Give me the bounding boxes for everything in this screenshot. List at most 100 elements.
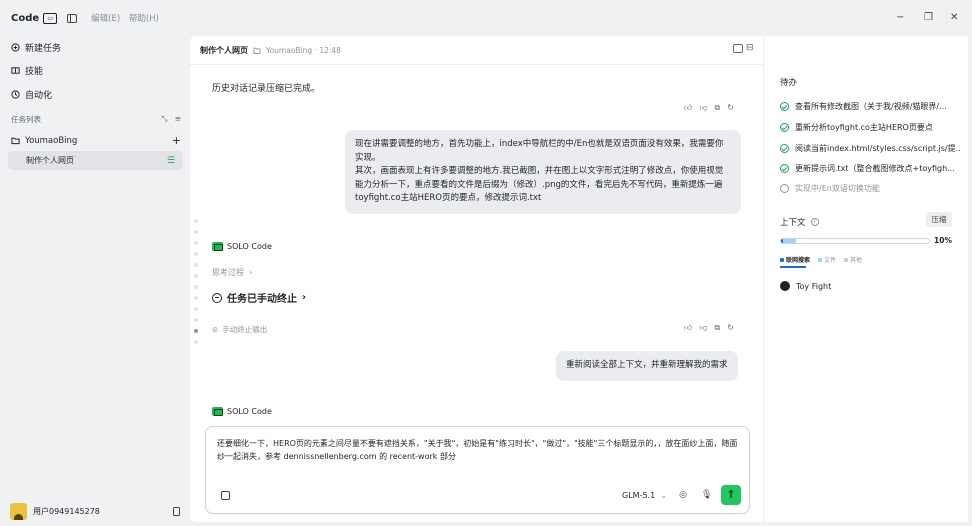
attach-icon[interactable]: [221, 491, 230, 500]
chevron-right-icon: ›: [302, 292, 307, 303]
code-badge-icon[interactable]: ▭: [43, 12, 58, 24]
device-icon[interactable]: [173, 507, 180, 516]
dislike-icon[interactable]: 👎︎: [699, 323, 707, 333]
task-list-label: 任务列表: [11, 115, 41, 124]
context-entry-label: Toy Fight: [796, 281, 832, 291]
todo-title: 待办: [780, 78, 798, 88]
todo-item: 重新分析toyfight.co主站HERO页要点: [780, 122, 960, 133]
chat-header: 制作个人网页 YoumaoBing · 12:48: [200, 45, 341, 56]
sidebar-item-automation[interactable]: 自动化: [11, 88, 52, 101]
todo-text: 查看所有修改截图（关于我/视频/猫眼界/...: [795, 102, 947, 111]
check-circle-icon: [780, 102, 789, 111]
context-header: 上下文 i: [780, 216, 819, 228]
sidebar: 新建任务 技能 自动化 任务列表 ⤡ ≡ YoumaoBing + 制作个人网页…: [0, 36, 190, 526]
model-selector[interactable]: GLM-5.1 ⌄: [622, 491, 667, 500]
user-name: 用户0949145278: [33, 507, 100, 516]
legend-swatch: [780, 257, 784, 262]
title-bar: Code ▭ 编辑(E) 帮助(H) − ❐ ✕: [0, 0, 972, 36]
solo-code-icon: [212, 242, 223, 251]
chevron-right-icon: ›: [246, 268, 253, 277]
like-icon[interactable]: 👍︎: [684, 103, 692, 113]
toy-fight-logo-icon: [780, 281, 790, 291]
app-name: Code: [11, 12, 40, 24]
todo-text: 重新分析toyfight.co主站HERO页要点: [795, 123, 933, 132]
copy-icon[interactable]: ⧉: [715, 103, 721, 113]
todo-text: 实现中/En双语切换功能: [795, 184, 880, 193]
legend-item-other[interactable]: 其他: [844, 255, 862, 264]
menu-help[interactable]: 帮助(H): [129, 14, 159, 24]
agent-name: SOLO Code: [227, 407, 272, 416]
folder-icon: [11, 137, 20, 145]
terminal-icon[interactable]: [733, 44, 743, 53]
project-row[interactable]: YoumaoBing +: [11, 134, 181, 147]
stop-small-icon: ⊘: [212, 325, 219, 334]
context-title: 上下文: [780, 218, 806, 228]
legend-label: 文件: [824, 257, 837, 264]
legend-swatch: [818, 257, 823, 262]
legend-label: 联网搜索: [786, 257, 811, 264]
message-composer[interactable]: 还要细化一下，HERO页的元素之间尽量不要有遮挡关系，"关于我"，初始是有"练习…: [205, 426, 750, 514]
context-entry[interactable]: Toy Fight: [780, 281, 831, 291]
legend-swatch: [844, 257, 849, 262]
mention-icon[interactable]: ◎: [678, 490, 688, 500]
copy-icon[interactable]: ⧉: [715, 323, 721, 333]
close-button[interactable]: ✕: [950, 12, 958, 23]
avatar[interactable]: [10, 503, 27, 520]
microphone-icon[interactable]: 🎙︎: [701, 490, 712, 500]
menu-bar: 编辑(E) 帮助(H): [91, 12, 165, 24]
right-panel: 待办 查看所有修改截图（关于我/视频/猫眼界/... 重新分析toyfight.…: [763, 36, 968, 522]
model-name: GLM-5.1: [622, 491, 656, 500]
retry-icon[interactable]: ↻: [727, 323, 734, 333]
sidebar-item-skills[interactable]: 技能: [11, 64, 43, 77]
history-note: 历史对话记录压缩已完成。: [212, 84, 321, 94]
composer-input[interactable]: 还要细化一下，HERO页的元素之间尽量不要有遮挡关系，"关于我"，初始是有"练习…: [217, 437, 745, 463]
user-message: 现在讲需要调整的地方，首先功能上，index中导航栏的中/En也就是双语页面没有…: [345, 130, 741, 214]
collapse-icon[interactable]: ⤡: [162, 114, 168, 123]
sidebar-task-active[interactable]: 制作个人网页 ☰: [8, 151, 183, 170]
message-actions: 👍︎ 👎︎ ⧉ ↻: [684, 323, 734, 333]
compress-button[interactable]: 压缩: [926, 212, 952, 227]
stopped-note-text: 手动终止输出: [222, 325, 268, 334]
maximize-button[interactable]: ❐: [924, 12, 933, 23]
chat-subtitle: YoumaoBing · 12:48: [266, 46, 341, 55]
retry-icon[interactable]: ↻: [727, 103, 734, 113]
filter-icon[interactable]: ≡: [175, 114, 181, 123]
minimize-button[interactable]: −: [896, 12, 904, 23]
todo-item: 更新提示词.txt（整合截图修改点+toyfigh...: [780, 163, 960, 174]
check-circle-icon: [780, 144, 789, 153]
context-progress-bar: [780, 238, 930, 244]
sidebar-item-new-task[interactable]: 新建任务: [11, 41, 61, 54]
legend-label: 其他: [850, 257, 863, 264]
context-legend: 联网搜索 文件 其他: [780, 255, 862, 264]
task-name: 制作个人网页: [26, 156, 74, 165]
task-stopped-label: 任务已手动终止: [227, 294, 297, 305]
todo-item: 阅读当前index.html/styles.css/script.js/提...: [780, 143, 960, 154]
check-circle-icon: [780, 123, 789, 132]
task-stopped-row[interactable]: 任务已手动终止 ›: [212, 290, 306, 305]
thinking-toggle[interactable]: 思考过程 ›: [212, 267, 252, 278]
agent-header: SOLO Code: [212, 407, 272, 416]
user-message: 重新阅读全部上下文，并重新理解我的需求: [556, 351, 738, 381]
menu-edit[interactable]: 编辑(E): [91, 14, 120, 24]
new-task-icon: [11, 43, 20, 52]
like-icon[interactable]: 👍︎: [684, 323, 692, 333]
skills-icon: [11, 67, 20, 74]
todo-item: 查看所有修改截图（关于我/视频/猫眼界/...: [780, 101, 960, 112]
toggle-sidebar-icon[interactable]: [67, 13, 78, 23]
sidebar-item-label: 技能: [25, 67, 44, 77]
context-progress-fill: [781, 239, 796, 243]
user-row[interactable]: 用户0949145278: [10, 503, 180, 520]
info-icon[interactable]: i: [810, 218, 819, 226]
dislike-icon[interactable]: 👎︎: [699, 103, 707, 113]
panel-toggle-icon[interactable]: ⊟: [746, 43, 754, 53]
legend-item-search[interactable]: 联网搜索: [780, 255, 810, 264]
message-actions: 👍︎ 👎︎ ⧉ ↻: [684, 103, 734, 113]
sidebar-item-label: 自动化: [25, 91, 53, 101]
send-button[interactable]: ↑: [721, 485, 741, 505]
legend-item-files[interactable]: 文件: [818, 255, 836, 264]
task-list-status-icon: ☰: [166, 155, 175, 166]
add-task-icon[interactable]: +: [172, 134, 181, 147]
thinking-label: 思考过程: [212, 268, 244, 277]
todo-text: 更新提示词.txt（整合截图修改点+toyfigh...: [795, 164, 955, 173]
clock-icon: [11, 90, 20, 99]
